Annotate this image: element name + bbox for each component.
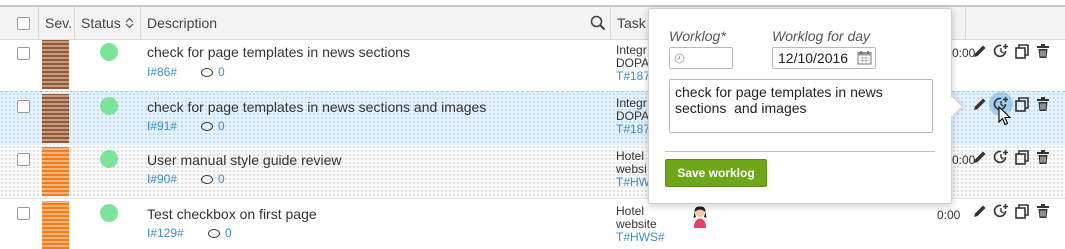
issue-id-link[interactable]: I#90# bbox=[147, 172, 177, 186]
popover-divider bbox=[665, 151, 935, 152]
worklog-time-input[interactable] bbox=[669, 47, 733, 69]
row-actions bbox=[972, 43, 1056, 61]
worklog-label: Worklog* bbox=[669, 28, 726, 44]
row-checkbox[interactable] bbox=[17, 153, 30, 166]
header-description-label: Description bbox=[147, 15, 218, 31]
select-all-checkbox[interactable] bbox=[17, 17, 30, 30]
row-checkbox[interactable] bbox=[17, 207, 30, 220]
task-link[interactable]: T#HWS# bbox=[616, 231, 676, 244]
trash-icon[interactable] bbox=[1035, 203, 1051, 219]
task-cell: Hotel websi T#HW bbox=[616, 150, 648, 189]
comments-link[interactable]: 0 bbox=[208, 226, 232, 240]
severity-indicator bbox=[42, 40, 69, 89]
comments-link[interactable]: 0 bbox=[201, 65, 225, 79]
severity-indicator bbox=[42, 201, 69, 249]
header-task-label: Task bbox=[617, 15, 646, 31]
comments-link[interactable]: 0 bbox=[201, 172, 225, 186]
logged-time: 0:00 bbox=[937, 208, 961, 222]
comment-icon bbox=[201, 68, 213, 77]
edit-icon[interactable] bbox=[972, 96, 988, 112]
row-checkbox[interactable] bbox=[17, 47, 30, 60]
severity-indicator bbox=[42, 94, 69, 143]
comment-icon bbox=[208, 229, 220, 238]
comments-count: 0 bbox=[225, 226, 232, 240]
comments-link[interactable]: 0 bbox=[201, 119, 225, 133]
worklog-day-label: Worklog for day bbox=[772, 28, 871, 44]
issue-id-link[interactable]: I#91# bbox=[147, 119, 177, 133]
assignee-avatar-icon bbox=[693, 206, 707, 228]
add-worklog-icon[interactable] bbox=[993, 43, 1009, 59]
task-cell: Integr DOPA T#187 bbox=[616, 97, 648, 136]
issue-id-link[interactable]: I#129# bbox=[147, 226, 184, 240]
issue-description[interactable]: User manual style guide review bbox=[147, 152, 342, 168]
clock-icon bbox=[674, 53, 685, 64]
sort-icon[interactable] bbox=[125, 17, 134, 29]
status-indicator bbox=[100, 150, 118, 168]
issue-description[interactable]: Test checkbox on first page bbox=[147, 206, 317, 222]
row-actions bbox=[972, 92, 1056, 126]
task-link[interactable]: T#HW bbox=[616, 176, 648, 189]
comments-count: 0 bbox=[218, 172, 225, 186]
comments-count: 0 bbox=[218, 119, 225, 133]
header-actions bbox=[965, 7, 1065, 39]
comments-count: 0 bbox=[218, 65, 225, 79]
issue-description[interactable]: check for page templates in news section… bbox=[147, 99, 486, 115]
copy-icon[interactable] bbox=[1014, 149, 1030, 165]
edit-icon[interactable] bbox=[972, 43, 988, 59]
header-status[interactable]: Status bbox=[74, 7, 141, 39]
row-actions bbox=[972, 203, 1056, 221]
worklog-date-input[interactable]: 12/10/2016 bbox=[772, 47, 876, 69]
header-description[interactable]: Description bbox=[140, 7, 611, 39]
header-sev-label: Sev. bbox=[45, 15, 72, 31]
row-checkbox[interactable] bbox=[17, 100, 30, 113]
copy-icon[interactable] bbox=[1014, 43, 1030, 59]
add-worklog-icon[interactable] bbox=[993, 203, 1009, 219]
edit-icon[interactable] bbox=[972, 149, 988, 165]
edit-icon[interactable] bbox=[972, 203, 988, 219]
header-sev[interactable]: Sev. bbox=[38, 7, 75, 39]
issue-id-link[interactable]: I#86# bbox=[147, 65, 177, 79]
trash-icon[interactable] bbox=[1035, 149, 1051, 165]
task-link[interactable]: T#187 bbox=[616, 70, 648, 83]
trash-icon[interactable] bbox=[1035, 96, 1051, 112]
mouse-cursor-icon bbox=[998, 106, 1011, 126]
severity-indicator bbox=[42, 147, 69, 196]
status-indicator bbox=[100, 204, 118, 222]
calendar-icon[interactable] bbox=[857, 50, 872, 65]
worklog-date-value: 12/10/2016 bbox=[778, 50, 849, 66]
worklog-note-textarea[interactable]: check for page templates in news section… bbox=[669, 79, 933, 133]
task-cell: Hotel website T#HWS# bbox=[616, 205, 676, 244]
header-status-label: Status bbox=[81, 15, 121, 31]
table-row[interactable]: Test checkbox on first page I#129# 0 Hot… bbox=[0, 199, 1065, 249]
add-worklog-icon[interactable] bbox=[993, 149, 1009, 165]
status-indicator bbox=[100, 97, 118, 115]
save-worklog-button[interactable]: Save worklog bbox=[665, 159, 767, 187]
comment-icon bbox=[201, 122, 213, 131]
worklog-popover: Worklog* Worklog for day 12/10/2016 chec… bbox=[648, 8, 964, 204]
header-select-all-cell bbox=[0, 7, 38, 39]
task-cell: Integr DOPA T#187 bbox=[616, 44, 648, 83]
task-link[interactable]: T#187 bbox=[616, 123, 648, 136]
issue-description[interactable]: check for page templates in news section… bbox=[147, 44, 410, 60]
comment-icon bbox=[201, 175, 213, 184]
trash-icon[interactable] bbox=[1035, 43, 1051, 59]
copy-icon[interactable] bbox=[1014, 203, 1030, 219]
copy-icon[interactable] bbox=[1014, 96, 1030, 112]
search-icon[interactable] bbox=[590, 15, 606, 31]
row-actions bbox=[972, 149, 1056, 167]
status-indicator bbox=[100, 43, 118, 61]
